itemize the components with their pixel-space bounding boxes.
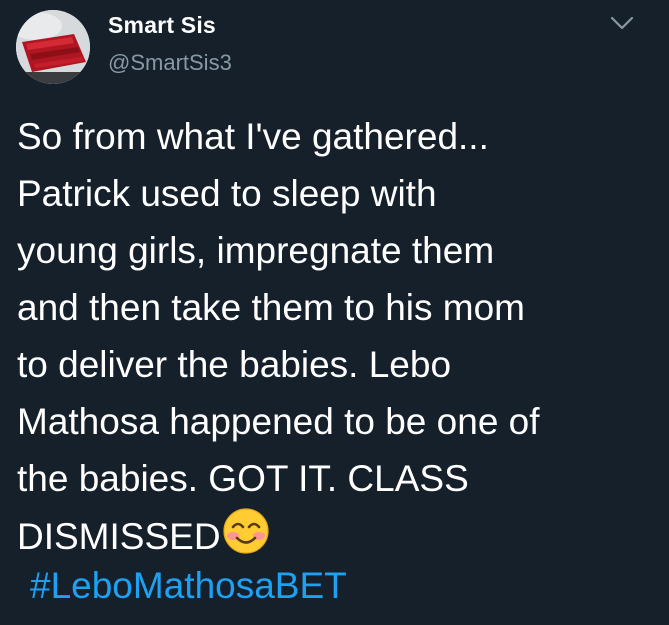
user-handle[interactable]: @SmartSis3 <box>108 50 232 76</box>
hashtag-link[interactable]: #LeboMathosaBET <box>30 557 347 614</box>
tweet-card: Smart Sis @SmartSis3 So from what I've g… <box>0 0 669 625</box>
avatar-photo <box>16 10 90 84</box>
avatar[interactable] <box>16 10 90 84</box>
tweet-text-content: So from what I've gathered... Patrick us… <box>17 116 540 557</box>
display-name[interactable]: Smart Sis <box>108 12 216 39</box>
chevron-down-icon[interactable] <box>608 12 636 34</box>
tweet-text: So from what I've gathered... Patrick us… <box>17 108 657 565</box>
blushing-smile-emoji <box>222 507 270 555</box>
